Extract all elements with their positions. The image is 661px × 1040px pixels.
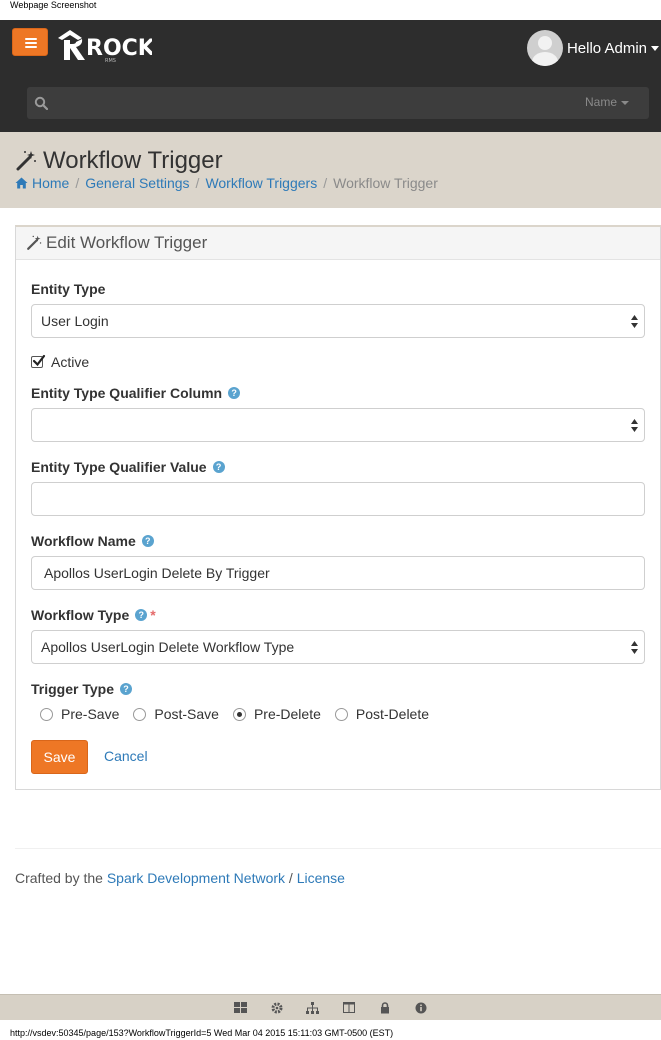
page-header: Workflow Trigger Home / General Settings… — [0, 132, 661, 208]
entity-type-label: Entity Type — [31, 281, 105, 297]
cancel-button[interactable]: Cancel — [104, 748, 148, 764]
footer-separator: / — [285, 870, 297, 886]
magic-wand-icon — [27, 235, 42, 250]
breadcrumb-current: Workflow Trigger — [333, 175, 438, 191]
search-bar: Name — [27, 87, 649, 119]
radio-button[interactable] — [40, 707, 53, 721]
search-scope-dropdown[interactable]: Name — [585, 95, 629, 109]
sitemap-icon[interactable] — [295, 995, 331, 1021]
radio-label: Post-Delete — [355, 706, 430, 722]
trigger-type-radio-group: Pre-Save Post-Save Pre-Delete Post-Delet… — [40, 706, 443, 722]
chevron-down-icon — [651, 45, 659, 51]
avatar — [526, 30, 563, 66]
entity-type-select[interactable]: User Login — [31, 304, 645, 338]
breadcrumb-separator: / — [323, 175, 328, 191]
menu-toggle-button[interactable] — [12, 28, 48, 56]
active-checkbox[interactable] — [31, 354, 46, 368]
search-scope-label: Name — [584, 95, 617, 109]
check-icon — [32, 354, 46, 367]
workflow-name-label: Workflow Name ? — [31, 533, 154, 549]
help-icon[interactable]: ? — [141, 535, 154, 547]
rock-logo-icon: ROCK RMS — [58, 30, 152, 64]
home-icon — [15, 177, 28, 189]
print-footer-url: http://vsdev:50345/page/153?WorkflowTrig… — [10, 1028, 394, 1038]
workflow-name-label-text: Workflow Name — [31, 533, 136, 549]
trigger-type-post-delete[interactable]: Post-Delete — [334, 706, 430, 722]
print-header-text: Webpage Screenshot — [10, 0, 97, 10]
breadcrumb-general-settings[interactable]: General Settings — [85, 175, 189, 191]
user-greeting: Hello Admin — [566, 39, 647, 57]
help-icon[interactable]: ? — [228, 387, 241, 399]
panel-title: Edit Workflow Trigger — [46, 233, 208, 252]
lock-icon[interactable] — [367, 995, 403, 1021]
qualifier-column-label: Entity Type Qualifier Column ? — [31, 385, 241, 401]
save-button[interactable]: Save — [31, 740, 88, 774]
print-header: Webpage Screenshot — [0, 0, 661, 20]
radio-button-selected[interactable] — [232, 707, 246, 721]
select-arrows-icon — [631, 419, 638, 432]
breadcrumb-home[interactable]: Home — [32, 175, 69, 191]
workflow-type-value: Apollos UserLogin Delete Workflow Type — [41, 639, 295, 655]
help-icon[interactable]: ? — [212, 461, 225, 473]
rock-logo[interactable]: ROCK RMS — [56, 28, 152, 64]
entity-type-label-text: Entity Type — [31, 281, 106, 297]
qualifier-value-input[interactable] — [31, 482, 645, 516]
radio-label: Post-Save — [154, 706, 219, 722]
breadcrumb: Home / General Settings / Workflow Trigg… — [15, 175, 438, 191]
admin-toolbar — [0, 994, 661, 1020]
radio-button[interactable] — [334, 707, 348, 721]
workflow-type-select[interactable]: Apollos UserLogin Delete Workflow Type — [31, 630, 645, 664]
info-icon[interactable] — [403, 995, 439, 1021]
trigger-type-label-text: Trigger Type — [31, 681, 114, 697]
radio-button[interactable] — [133, 707, 147, 721]
footer-link-spark[interactable]: Spark Development Network — [107, 870, 285, 886]
trigger-type-post-save[interactable]: Post-Save — [133, 706, 219, 722]
workflow-type-label-text: Workflow Type — [31, 607, 130, 623]
qualifier-value-label-text: Entity Type Qualifier Value — [31, 459, 207, 475]
breadcrumb-workflow-triggers[interactable]: Workflow Triggers — [205, 175, 317, 191]
edit-panel: Edit Workflow Trigger Entity Type User L… — [15, 225, 661, 790]
footer-prefix: Crafted by the — [15, 870, 107, 886]
footer-divider — [15, 848, 661, 849]
page-title: Workflow Trigger — [15, 147, 223, 175]
magic-wand-icon — [16, 151, 36, 171]
svg-text:ROCK: ROCK — [86, 36, 152, 61]
radio-label: Pre-Save — [61, 706, 120, 722]
qualifier-column-label-text: Entity Type Qualifier Column — [31, 385, 223, 401]
trigger-type-label: Trigger Type ? — [31, 681, 132, 697]
help-icon[interactable]: ? — [119, 683, 132, 695]
page-title-text: Workflow Trigger — [43, 147, 223, 174]
qualifier-column-select[interactable] — [31, 408, 645, 442]
help-icon[interactable]: ? — [135, 609, 148, 621]
gear-icon[interactable] — [259, 995, 295, 1021]
select-arrows-icon — [631, 641, 638, 654]
chevron-down-icon — [621, 100, 629, 105]
user-menu[interactable]: Hello Admin — [526, 30, 659, 66]
workflow-name-input[interactable] — [31, 556, 645, 590]
search-input[interactable] — [57, 87, 557, 119]
trigger-type-pre-save[interactable]: Pre-Save — [40, 706, 119, 722]
hamburger-icon — [25, 38, 37, 48]
svg-text:RMS: RMS — [105, 58, 116, 64]
trigger-type-pre-delete[interactable]: Pre-Delete — [232, 706, 321, 722]
active-label: Active — [51, 354, 90, 370]
required-indicator: * — [150, 607, 156, 623]
navbar: ROCK RMS Hello Admin Name — [0, 20, 661, 132]
active-checkbox-row[interactable]: Active — [31, 354, 89, 370]
entity-type-value: User Login — [41, 313, 109, 329]
search-icon — [34, 96, 48, 110]
footer-link-license[interactable]: License — [297, 870, 345, 886]
panel-heading: Edit Workflow Trigger — [16, 227, 660, 260]
breadcrumb-separator: / — [195, 175, 200, 191]
radio-label: Pre-Delete — [253, 706, 321, 722]
columns-icon[interactable] — [331, 995, 367, 1021]
qualifier-value-label: Entity Type Qualifier Value ? — [31, 459, 225, 475]
workflow-type-label: Workflow Type ? * — [31, 607, 156, 623]
footer: Crafted by the Spark Development Network… — [15, 870, 345, 886]
select-arrows-icon — [631, 315, 638, 328]
grid-icon[interactable] — [223, 995, 259, 1021]
breadcrumb-separator: / — [75, 175, 80, 191]
